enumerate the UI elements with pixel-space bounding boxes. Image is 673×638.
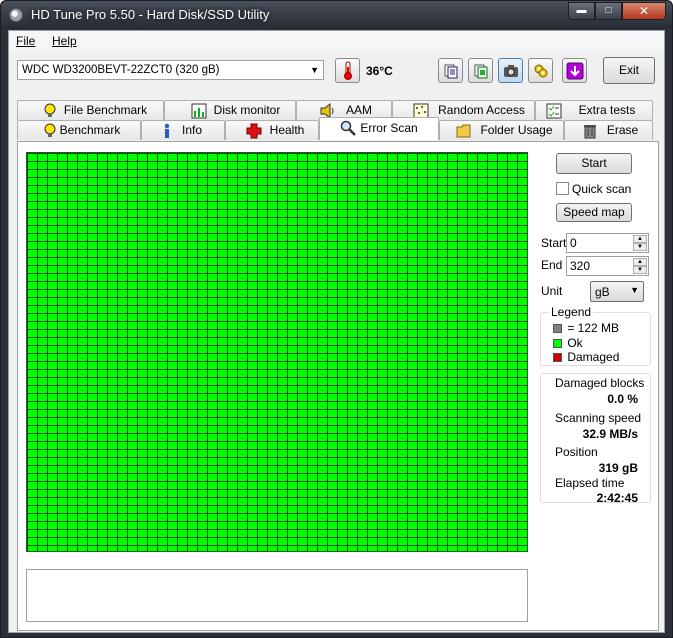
legend-damaged-swatch [553,353,562,363]
position-label: Position [555,445,598,459]
spin-down-icon[interactable]: ▼ [633,266,647,274]
copy-text-icon [444,64,457,78]
save-button[interactable] [562,58,587,83]
copy-image-icon [474,64,487,78]
unit-label: Unit [541,284,563,298]
toolbar: WDC WD3200BEVT-22ZCT0 (320 gB) ▼ 36°C Ex… [9,51,664,127]
speed-map-button[interactable]: Speed map [556,203,632,222]
app-window: HD Tune Pro 5.50 - Hard Disk/SSD Utility… [0,0,673,638]
screenshot-button[interactable] [498,58,523,83]
start-input-value: 0 [570,236,577,250]
scanning-speed-label: Scanning speed [555,411,642,425]
options-button[interactable] [528,58,553,83]
window-controls: ▬ □ ✕ [568,2,666,20]
legend-block-swatch [553,324,562,334]
temperature-button[interactable] [335,58,360,83]
unit-select[interactable]: gB ▼ [590,281,644,302]
spin-down-icon[interactable]: ▼ [633,243,647,251]
magnifier-icon [340,120,356,141]
title-bar[interactable]: HD Tune Pro 5.50 - Hard Disk/SSD Utility… [1,1,672,29]
download-arrow-icon [566,62,583,79]
client-area: File Help WDC WD3200BEVT-22ZCT0 (320 gB)… [8,30,665,633]
legend-damaged-row: Damaged [553,350,619,364]
tab-row-front: Benchmark Info Health Error Scan Folder … [9,117,664,140]
legend-block-size: = 122 MB [567,321,620,335]
quick-scan-checkbox[interactable] [556,182,569,195]
window-title: HD Tune Pro 5.50 - Hard Disk/SSD Utility [31,7,270,22]
menu-help[interactable]: Help [52,34,77,48]
drive-select[interactable]: WDC WD3200BEVT-22ZCT0 (320 gB) ▼ [17,60,324,80]
scanning-speed-value: 32.9 MB/s [582,427,638,441]
chevron-down-icon: ▼ [310,65,319,75]
start-label: Start [541,236,567,250]
legend-group: Legend = 122 MB Ok Damaged [540,305,651,366]
end-input-value: 320 [570,259,591,273]
tab-extra-tests[interactable]: Extra tests [535,100,653,120]
elapsed-time-value: 2:42:45 [596,491,638,505]
temperature-readout: 36°C [366,64,393,78]
legend-block-size-row: = 122 MB [553,321,619,335]
spin-up-icon[interactable]: ▲ [633,258,647,266]
start-spinner[interactable]: ▲ ▼ [633,235,647,251]
damaged-blocks-value: 0.0 % [607,392,638,406]
exit-button[interactable]: Exit [603,57,655,84]
legend-title: Legend [549,305,594,319]
position-value: 319 gB [598,461,638,475]
copy-info-button[interactable] [438,58,463,83]
tab-disk-monitor[interactable]: Disk monitor [164,100,296,120]
end-spinner[interactable]: ▲ ▼ [633,258,647,274]
start-scan-button[interactable]: Start [556,153,632,174]
chevron-down-icon: ▼ [630,285,639,295]
start-input[interactable]: 0 ▲ ▼ [566,233,649,253]
tab-extra-tests-label: Extra tests [578,103,636,117]
camera-icon [503,64,518,77]
legend-ok-label: Ok [567,336,583,350]
spin-up-icon[interactable]: ▲ [633,235,647,243]
end-input[interactable]: 320 ▲ ▼ [566,256,649,276]
tab-error-scan[interactable]: Error Scan [319,117,439,140]
tab-erase[interactable]: Erase [564,120,653,140]
elapsed-time-label: Elapsed time [555,476,625,490]
end-label: End [541,258,563,272]
menu-file-label: File [16,34,36,48]
thermometer-icon [343,61,352,80]
tab-info[interactable]: Info [141,120,225,140]
menu-bar: File Help [9,31,664,51]
menu-help-label: Help [52,34,77,48]
tab-benchmark[interactable]: Benchmark [17,120,141,140]
unit-select-value: gB [595,285,610,299]
damaged-blocks-label: Damaged blocks [555,376,645,390]
scan-log-box [26,569,528,622]
tab-folder-usage[interactable]: Folder Usage [439,120,564,140]
scan-block-map [26,152,528,552]
close-button[interactable]: ✕ [622,2,666,20]
legend-ok-row: Ok [553,336,583,350]
tools-icon [534,64,547,77]
minimize-button[interactable]: ▬ [568,2,595,20]
legend-ok-swatch [553,339,562,349]
menu-file[interactable]: File [16,34,35,48]
maximize-button[interactable]: □ [595,2,622,20]
scan-stats-group: Damaged blocks 0.0 % Scanning speed 32.9… [540,373,651,505]
tab-file-benchmark[interactable]: File Benchmark [17,100,164,120]
tab-health[interactable]: Health [225,120,319,140]
legend-damaged-label: Damaged [567,350,620,364]
hdtune-app-icon [9,8,23,22]
copy-screenshot-button[interactable] [468,58,493,83]
drive-select-value: WDC WD3200BEVT-22ZCT0 (320 gB) [22,64,220,76]
quick-scan-label: Quick scan [572,182,632,196]
